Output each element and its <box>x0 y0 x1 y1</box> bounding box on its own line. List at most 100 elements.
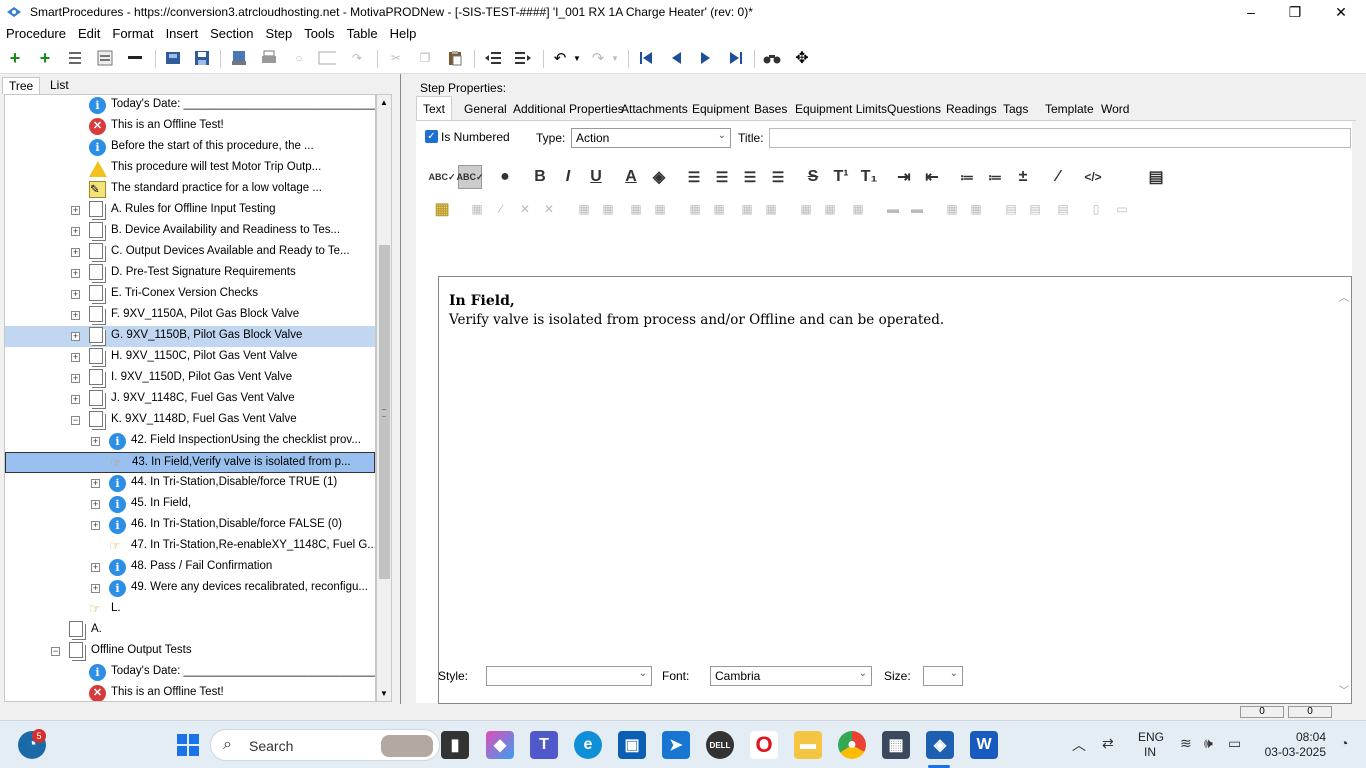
tab-equipment[interactable]: Equipment <box>692 102 749 116</box>
copy-icon[interactable]: ❐ <box>416 49 434 67</box>
table-tool-icon[interactable]: ▬ <box>905 197 929 221</box>
add-icon[interactable]: + <box>6 48 24 68</box>
chrome-icon[interactable]: ● <box>838 731 866 759</box>
prev-icon[interactable] <box>667 49 685 67</box>
table-tool-icon[interactable]: ▭ <box>1110 197 1134 221</box>
wifi-icon[interactable]: ≋ <box>1180 735 1192 752</box>
title-input[interactable] <box>769 128 1351 148</box>
italic-icon[interactable]: I <box>556 165 580 189</box>
collapse-icon[interactable]: − <box>51 647 60 656</box>
image-icon[interactable] <box>318 49 336 67</box>
close-button[interactable]: ✕ <box>1318 0 1364 24</box>
battery-icon[interactable]: ▭ <box>1228 735 1241 752</box>
table-tool-icon[interactable]: ▦ <box>683 197 707 221</box>
expand-icon[interactable]: + <box>71 227 80 236</box>
minimize-button[interactable]: – <box>1228 0 1274 24</box>
table-tool-icon[interactable]: ▦ <box>707 197 731 221</box>
terminal-icon[interactable]: ▮ <box>441 731 469 759</box>
insert-table-icon[interactable]: ▦ <box>430 197 454 221</box>
tree-node[interactable]: + i 44. In Tri-Station,Disable/force TRUE … <box>5 473 375 494</box>
magic-wand-icon[interactable]: ⁄ <box>1046 165 1070 189</box>
tree-node[interactable]: + i 49. Were any devices recalibrated, rec… <box>5 578 375 599</box>
tree-node[interactable]: + i 45. In Field, <box>5 494 375 515</box>
chevron-up-icon[interactable]: ︿ <box>1072 735 1086 755</box>
table-tool-icon[interactable]: ▤ <box>1051 197 1075 221</box>
restore-button[interactable]: ❐ <box>1272 0 1318 24</box>
dell-icon[interactable]: DELL <box>706 731 734 759</box>
tree-node[interactable]: This procedure will test Motor Trip Outp… <box>5 158 375 179</box>
tab-bases[interactable]: Bases <box>754 102 787 116</box>
table-tool-icon[interactable]: ✕ <box>537 197 561 221</box>
windows-start-icon[interactable] <box>174 731 202 759</box>
strikethrough-icon[interactable]: S <box>801 165 825 189</box>
menu-edit[interactable]: Edit <box>78 26 100 41</box>
table-tool-icon[interactable]: ▦ <box>759 197 783 221</box>
table-tool-icon[interactable]: ▤ <box>999 197 1023 221</box>
highlight-icon[interactable]: ◈ <box>647 165 671 189</box>
send-icon[interactable]: ➤ <box>662 731 690 759</box>
table-tool-icon[interactable]: ▦ <box>940 197 964 221</box>
expand-icon[interactable]: + <box>71 332 80 341</box>
font-select[interactable]: Cambria ⌄ <box>710 666 872 686</box>
tab-questions[interactable]: Questions <box>887 102 941 116</box>
tree-node[interactable]: i Before the start of this procedure, the… <box>5 137 375 158</box>
step-text-editor[interactable]: In Field, Verify valve is isolated from … <box>438 276 1352 704</box>
redo-icon[interactable]: ↷ <box>589 49 607 67</box>
expand-icon[interactable]: + <box>71 206 80 215</box>
align-center-icon[interactable]: ☰ <box>710 165 734 189</box>
tree-node[interactable]: + i 46. In Tri-Station,Disable/force FALSE… <box>5 515 375 536</box>
tree-node[interactable]: + E. Tri-Conex Version Checks <box>5 284 375 305</box>
indent-left-icon[interactable] <box>484 49 502 67</box>
undo-icon[interactable]: ↶ <box>551 49 569 67</box>
font-color-icon[interactable]: A <box>619 165 643 189</box>
outdent-text-icon[interactable]: ⇤ <box>920 165 944 189</box>
menu-step[interactable]: Step <box>265 26 292 41</box>
file-explorer-icon[interactable]: ▬ <box>794 731 822 759</box>
move-icon[interactable]: ✥ <box>793 49 811 67</box>
tree-node[interactable]: i Today's Date: _________________________… <box>5 662 375 683</box>
tree-node[interactable]: ☞ L. <box>5 599 375 620</box>
opera-icon[interactable]: O <box>750 731 778 759</box>
justify-icon[interactable]: ☰ <box>766 165 790 189</box>
volume-icon[interactable]: 🕪 <box>1204 735 1213 752</box>
delete-icon[interactable] <box>126 49 144 67</box>
splitter[interactable] <box>400 74 406 704</box>
tree-node[interactable]: + A. Rules for Offline Input Testing <box>5 200 375 221</box>
tab-tree[interactable]: Tree <box>2 77 41 94</box>
expand-icon[interactable]: + <box>71 311 80 320</box>
expand-icon[interactable]: + <box>91 500 100 509</box>
table-tool-icon[interactable]: ▬ <box>881 197 905 221</box>
next-icon[interactable] <box>697 49 715 67</box>
store-icon[interactable]: ▣ <box>618 731 646 759</box>
tree-node[interactable]: + I. 9XV_1150D, Pilot Gas Vent Valve <box>5 368 375 389</box>
tree-node[interactable]: ☞ 47. In Tri-Station,Re-enableXY_1148C, F… <box>5 536 375 557</box>
globe-icon[interactable]: ● <box>493 165 517 189</box>
indent-right-icon[interactable] <box>514 49 532 67</box>
cut-icon[interactable]: ✂ <box>387 49 405 67</box>
align-left-icon[interactable]: ☰ <box>682 165 706 189</box>
tree-node[interactable]: A. <box>5 620 375 641</box>
tab-list[interactable]: List <box>44 77 75 93</box>
word-icon[interactable]: W <box>970 731 998 759</box>
align-right-icon[interactable]: ☰ <box>738 165 762 189</box>
size-select[interactable]: ⌄ <box>923 666 963 686</box>
table-tool-icon[interactable]: ▦ <box>648 197 672 221</box>
expand-icon[interactable]: + <box>91 437 100 446</box>
expand-icon[interactable]: + <box>91 521 100 530</box>
expand-icon[interactable]: + <box>91 479 100 488</box>
editor-scroll-up-icon[interactable]: ︿ <box>1339 289 1349 304</box>
tree-node[interactable]: + D. Pre-Test Signature Requirements <box>5 263 375 284</box>
scroll-down-icon[interactable]: ▼ <box>380 689 388 698</box>
properties-icon[interactable] <box>96 49 114 67</box>
insert-line-icon[interactable]: ± <box>1011 165 1035 189</box>
binoculars-icon[interactable] <box>763 49 781 67</box>
table-tool-icon[interactable]: ▦ <box>846 197 870 221</box>
tree-node[interactable]: ✎ The standard practice for a low voltage… <box>5 179 375 200</box>
superscript-icon[interactable]: T¹ <box>829 165 853 189</box>
refresh-icon[interactable]: ○ <box>290 49 308 67</box>
sync-icon[interactable]: ⇄ <box>1102 735 1114 752</box>
menu-section[interactable]: Section <box>210 26 253 41</box>
tree-node[interactable]: + i 42. Field InspectionUsing the checklis… <box>5 431 375 452</box>
menu-tools[interactable]: Tools <box>304 26 334 41</box>
redo-icon[interactable]: ↷ <box>348 49 366 67</box>
